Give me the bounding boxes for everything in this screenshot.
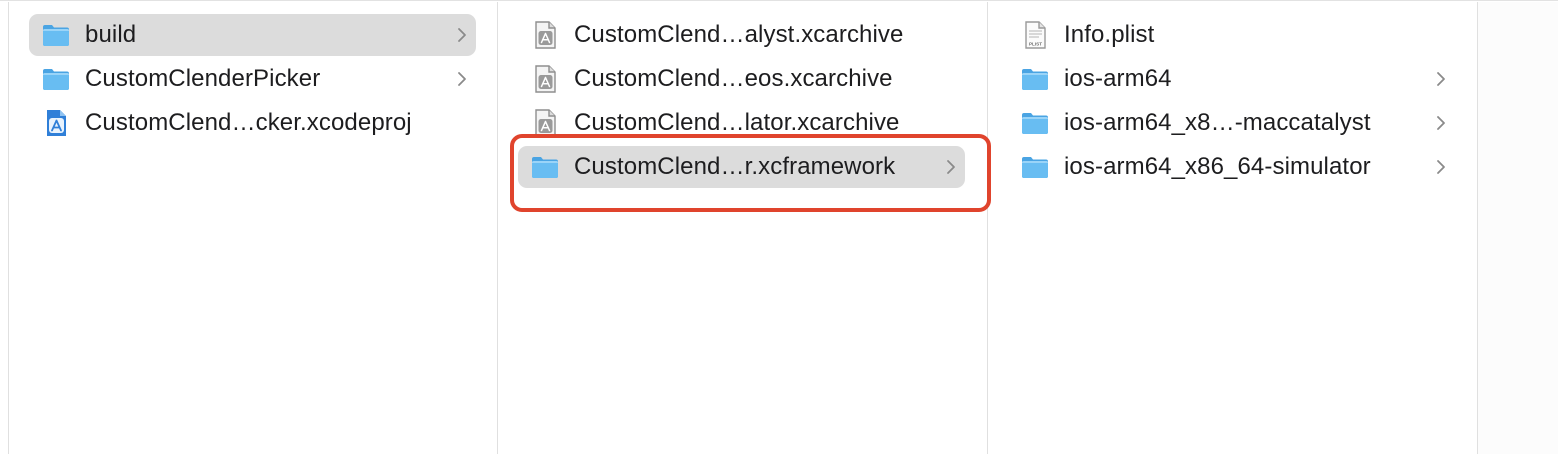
row-ios-arm64[interactable]: ios-arm64 [1008,58,1455,100]
row-info-plist[interactable]: PLIST Info.plist [1008,14,1455,56]
row-label: CustomClend…cker.xcodeproj [85,109,412,136]
chevron-right-icon [1437,116,1445,130]
row-customclenderpicker[interactable]: CustomClenderPicker [29,58,476,100]
chevron-right-icon [458,28,466,42]
folder-icon [1022,113,1048,134]
row-label: ios-arm64 [1064,65,1172,92]
row-xcarchive-ios[interactable]: CustomClend…eos.xcarchive [518,58,965,100]
folder-icon [1022,69,1048,90]
chevron-right-icon [1437,72,1445,86]
plist-file-icon: PLIST [1025,21,1046,49]
column-2[interactable]: CustomClend…alyst.xcarchive CustomClend…… [498,2,988,454]
chevron-right-icon [458,72,466,86]
column-1[interactable]: build CustomClenderPicker CustomClend…ck… [8,2,498,454]
folder-icon [1022,157,1048,178]
row-ios-arm64-maccatalyst[interactable]: ios-arm64_x8…-maccatalyst [1008,102,1455,144]
chevron-right-icon [1437,160,1445,174]
folder-icon [43,25,69,46]
row-label: CustomClenderPicker [85,65,321,92]
row-build[interactable]: build [29,14,476,56]
row-xcodeproj[interactable]: CustomClend…cker.xcodeproj [29,102,476,144]
plist-badge-text: PLIST [1029,42,1042,47]
row-label: CustomClend…alyst.xcarchive [574,21,904,48]
row-label: CustomClend…lator.xcarchive [574,109,900,136]
folder-icon [43,69,69,90]
finder-column-view: build CustomClenderPicker CustomClend…ck… [0,0,1558,454]
column-4-empty [1478,2,1558,454]
row-label: ios-arm64_x8…-maccatalyst [1064,109,1371,136]
row-label: build [85,21,137,48]
row-label: CustomClend…eos.xcarchive [574,65,893,92]
xcarchive-icon [535,65,556,93]
annotation-highlight-box [510,134,991,212]
row-xcarchive-maccatalyst[interactable]: CustomClend…alyst.xcarchive [518,14,965,56]
xcode-project-icon [47,110,66,136]
xcarchive-icon [535,21,556,49]
row-label: ios-arm64_x86_64-simulator [1064,153,1371,180]
row-label: Info.plist [1064,21,1155,48]
column-3[interactable]: PLIST Info.plist ios-arm64 ios-arm64_x8…… [988,2,1478,454]
row-ios-arm64-simulator[interactable]: ios-arm64_x86_64-simulator [1008,146,1455,188]
